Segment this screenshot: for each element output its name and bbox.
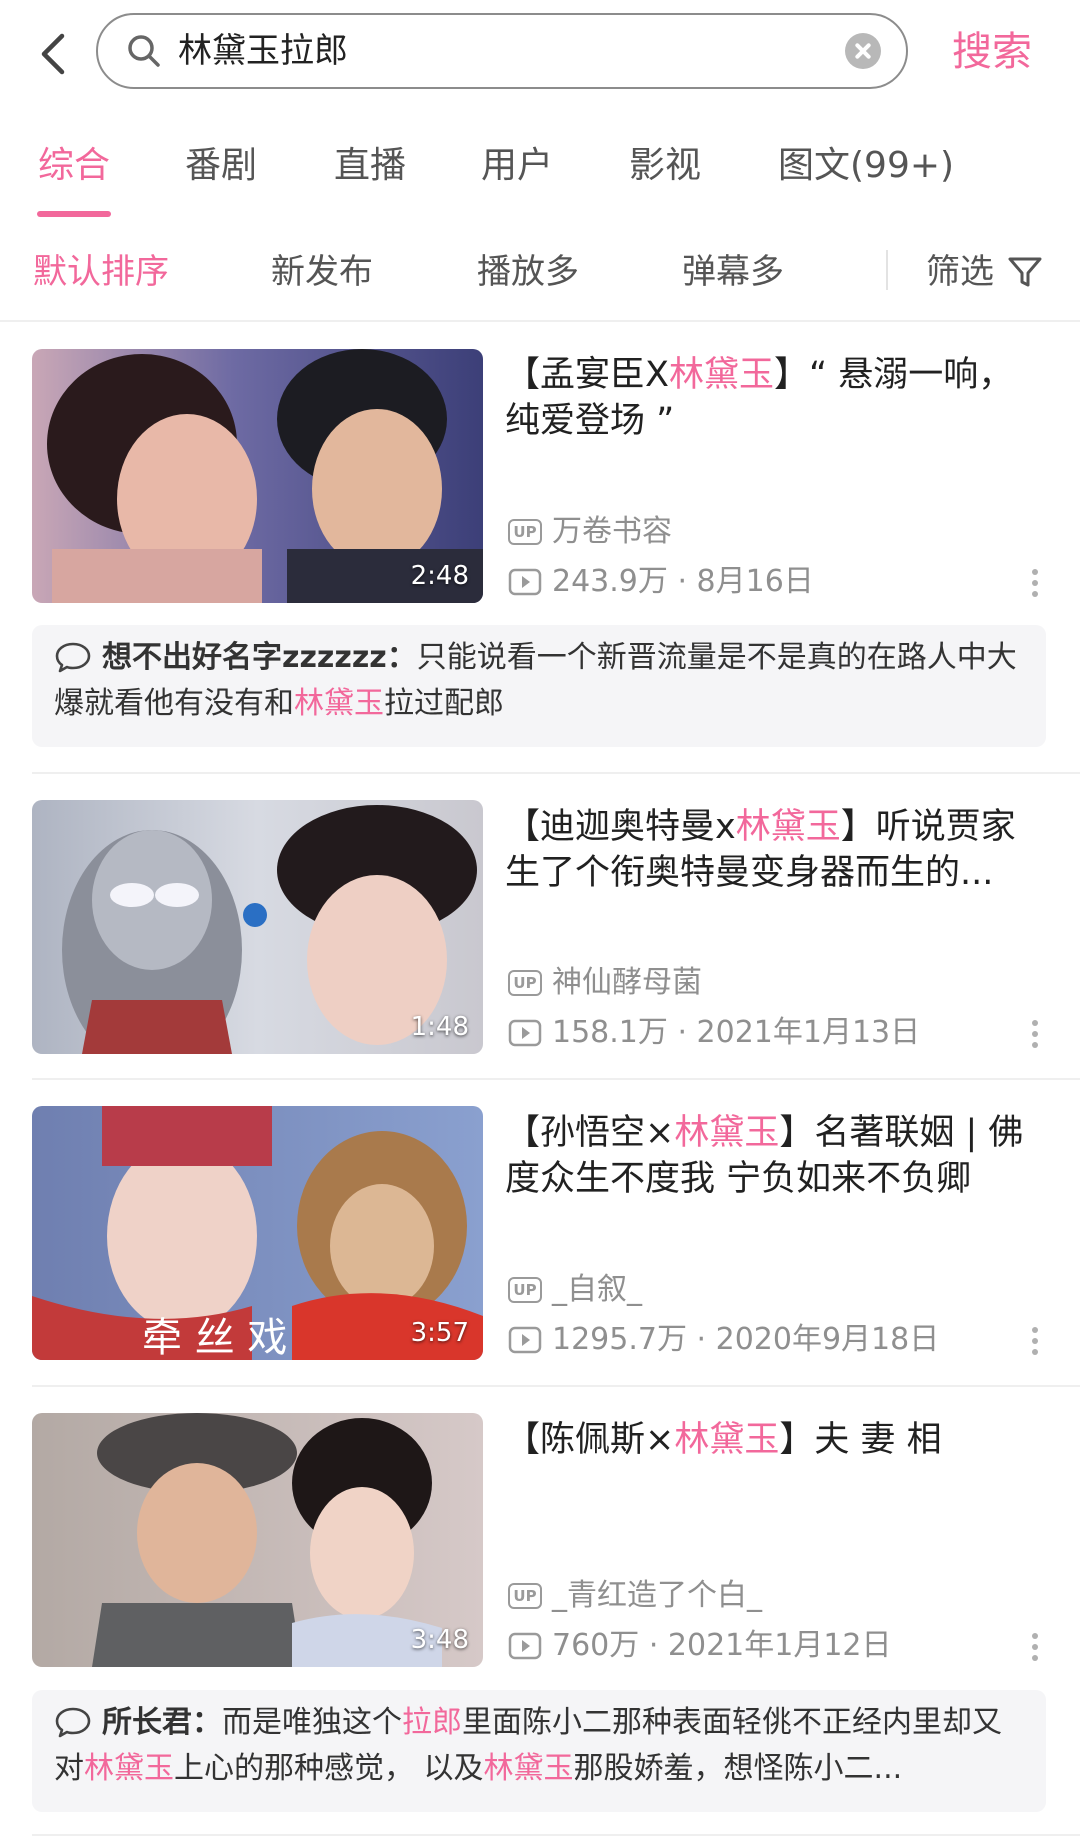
video-thumbnail[interactable]: 3:48 [32, 1413, 483, 1667]
sort-default[interactable]: 默认排序 [33, 248, 169, 296]
more-options-icon[interactable] [1032, 1633, 1038, 1666]
more-options-icon[interactable] [1032, 1327, 1038, 1360]
clear-icon[interactable] [845, 33, 881, 69]
up-badge: UP [508, 970, 542, 996]
tab-comprehensive[interactable]: 综合 [38, 138, 110, 194]
video-meta: 1295.7万 · 2020年9月18日 [552, 1322, 940, 1357]
play-count-icon [508, 1326, 542, 1354]
tab-film[interactable]: 影视 [629, 138, 701, 194]
more-options-icon[interactable] [1032, 1020, 1038, 1053]
divider [32, 1834, 1080, 1836]
chevron-left-icon [41, 33, 65, 75]
sort-most-danmaku[interactable]: 弹幕多 [682, 248, 784, 296]
filter-icon[interactable] [1006, 252, 1044, 290]
up-badge: UP [508, 1583, 542, 1609]
comment-user: 想不出好名字zzzzzz： [102, 640, 417, 675]
play-count-icon [508, 1632, 542, 1660]
video-meta: 158.1万 · 2021年1月13日 [552, 1015, 921, 1050]
tab-bangumi[interactable]: 番剧 [185, 138, 257, 194]
more-options-icon[interactable] [1032, 569, 1038, 602]
up-badge: UP [508, 1277, 542, 1303]
video-duration: 3:48 [410, 1625, 469, 1655]
video-thumbnail[interactable]: 牵 丝 戏 3:57 [32, 1106, 483, 1360]
uploader-name[interactable]: _自叙_ [552, 1270, 642, 1310]
up-badge: UP [508, 519, 542, 545]
video-thumbnail[interactable]: 2:48 [32, 349, 483, 603]
play-count-icon [508, 568, 542, 596]
back-button[interactable] [32, 22, 76, 82]
video-meta: 243.9万 · 8月16日 [552, 564, 814, 599]
video-title[interactable]: 【孙悟空×林黛玉】名著联姻 | 佛度众生不度我 宁负如来不负卿 [505, 1110, 1045, 1202]
comment-icon [54, 1706, 92, 1738]
video-duration: 3:57 [410, 1318, 469, 1348]
tab-articles[interactable]: 图文(99+) [778, 138, 954, 194]
video-title[interactable]: 【陈佩斯×林黛玉】夫 妻 相 [505, 1417, 1045, 1463]
video-meta: 760万 · 2021年1月12日 [552, 1628, 892, 1663]
search-icon [126, 33, 162, 69]
search-input[interactable]: 林黛玉拉郎 [178, 29, 348, 73]
top-comment[interactable]: 所长君：而是唯独这个拉郎里面陈小二那种表面轻佻不正经内里却又对林黛玉上心的那种感… [32, 1690, 1046, 1812]
tab-indicator [37, 211, 111, 217]
video-duration: 2:48 [410, 561, 469, 591]
video-thumbnail[interactable]: 1:48 [32, 800, 483, 1054]
top-comment[interactable]: 想不出好名字zzzzzz：只能说看一个新晋流量是不是真的在路人中大爆就看他有没有… [32, 625, 1046, 747]
tab-live[interactable]: 直播 [334, 138, 406, 194]
sort-most-played[interactable]: 播放多 [477, 248, 579, 296]
filter-button[interactable]: 筛选 [926, 248, 994, 296]
divider [32, 772, 1080, 774]
video-title[interactable]: 【孟宴臣X林黛玉】“ 悬溺一响，纯爱登场 ” [505, 352, 1045, 444]
divider [32, 1385, 1080, 1387]
video-title[interactable]: 【迪迦奥特曼x林黛玉】听说贾家生了个衔奥特曼变身器而生的... [505, 804, 1045, 896]
divider [32, 1078, 1080, 1080]
search-button[interactable]: 搜索 [952, 24, 1032, 80]
uploader-name[interactable]: 万卷书容 [552, 512, 672, 552]
uploader-name[interactable]: 神仙酵母菌 [552, 963, 702, 1003]
sort-newest[interactable]: 新发布 [271, 248, 373, 296]
uploader-name[interactable]: _青红造了个白_ [552, 1576, 762, 1616]
video-duration: 1:48 [410, 1012, 469, 1042]
comment-icon [54, 641, 92, 673]
play-count-icon [508, 1019, 542, 1047]
svg-text:牵 丝 戏: 牵 丝 戏 [142, 1315, 287, 1360]
comment-user: 所长君： [102, 1705, 222, 1740]
tab-users[interactable]: 用户 [481, 138, 553, 194]
divider [0, 320, 1080, 322]
divider [886, 250, 888, 290]
